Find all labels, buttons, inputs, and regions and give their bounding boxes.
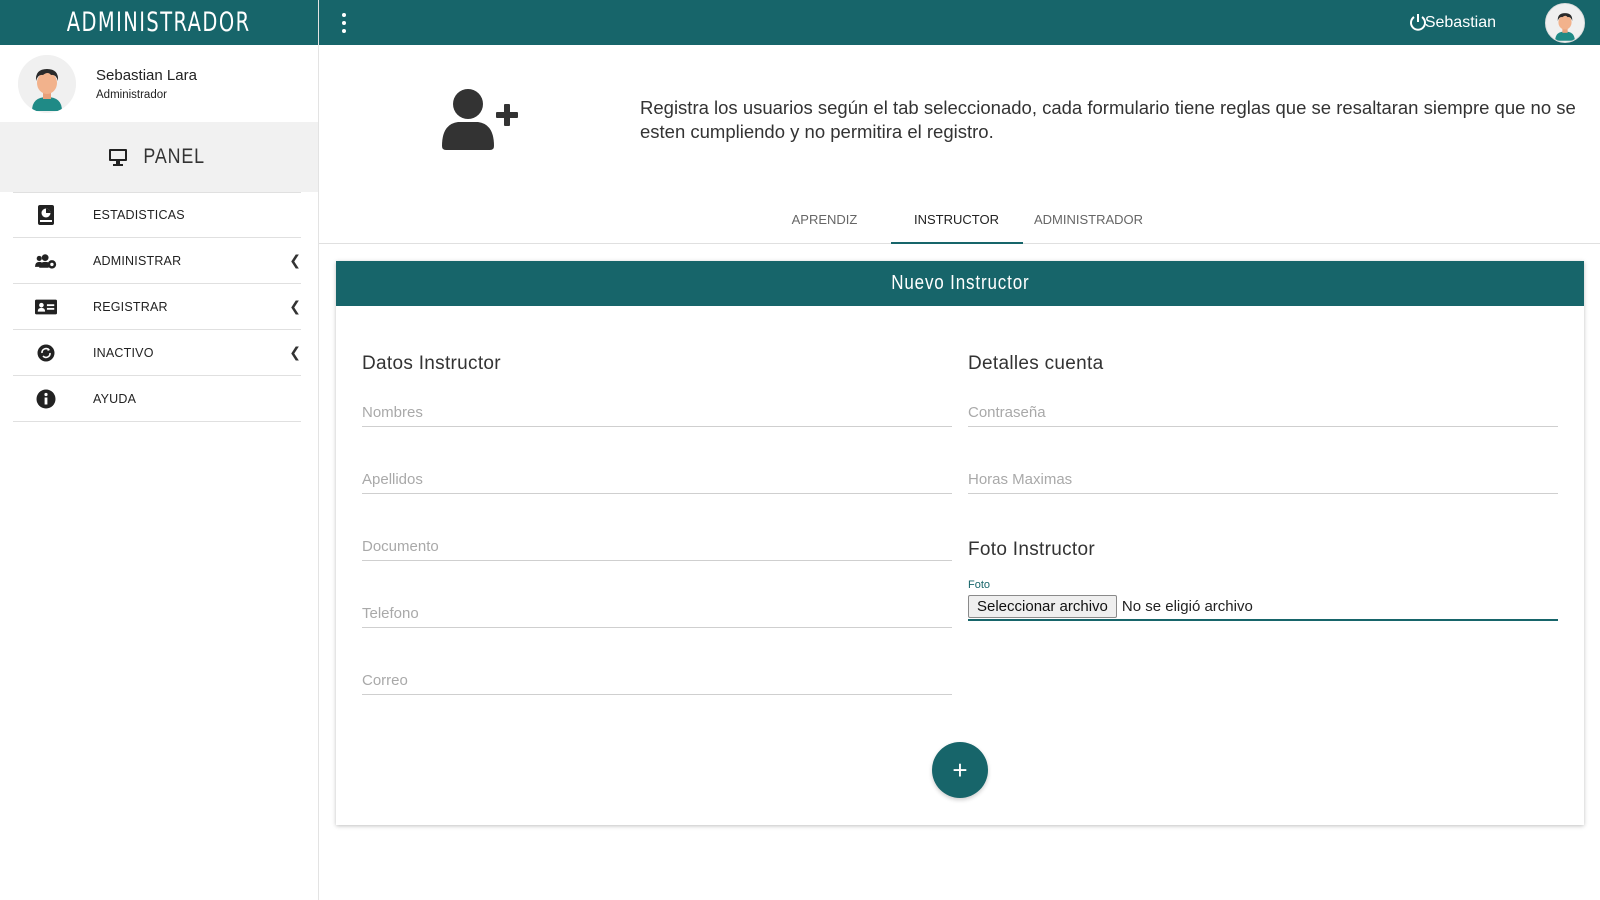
section-title-foto: Foto Instructor (968, 539, 1095, 560)
photo-file-input: Seleccionar archivo No se eligió archivo (968, 593, 1558, 621)
file-status: No se eligió archivo (1121, 597, 1253, 615)
instructor-data-column: Datos Instructor (362, 353, 952, 695)
sidebar-item-administrar[interactable]: ADMINISTRAR ❮ (13, 238, 301, 284)
kebab-menu-icon[interactable] (341, 13, 347, 33)
id-card-icon (35, 296, 57, 318)
correo-field[interactable] (362, 671, 952, 695)
nombres-field[interactable] (362, 403, 952, 427)
top-user-name[interactable]: Sebastian (1425, 14, 1496, 32)
chevron-left-icon: ❮ (289, 344, 301, 360)
tab-aprendiz[interactable]: APRENDIZ (759, 200, 891, 244)
account-details-column: Detalles cuenta Foto Instructor Foto Sel… (968, 353, 1558, 621)
instructor-form-card: Nuevo Instructor Datos Instructor Detall… (336, 261, 1584, 825)
intro-description: Registra los usuarios según el tab selec… (640, 97, 1576, 142)
sidebar-item-estadisticas[interactable]: ESTADISTICAS (13, 192, 301, 238)
sidebar-menu: ESTADISTICAS ADMINISTRAR ❮ REGISTRAR ❮ I… (13, 192, 301, 422)
section-title-datos: Datos Instructor (362, 353, 501, 374)
form-header: Nuevo Instructor (336, 261, 1584, 306)
user-profile: Sebastian Lara Administrador (0, 45, 318, 122)
sidebar-item-label: ESTADISTICAS (93, 208, 185, 222)
top-avatar[interactable] (1545, 3, 1585, 43)
profile-role: Administrador (96, 88, 167, 101)
tab-instructor[interactable]: INSTRUCTOR (890, 200, 1023, 244)
sidebar-item-registrar[interactable]: REGISTRAR ❮ (13, 284, 301, 330)
telefono-field[interactable] (362, 604, 952, 628)
registration-tabs: APRENDIZ INSTRUCTOR ADMINISTRADOR (319, 200, 1600, 244)
sidebar-item-label: ADMINISTRAR (93, 253, 182, 268)
add-instructor-button[interactable]: + (932, 742, 988, 798)
monitor-icon (108, 149, 127, 166)
inactive-icon (35, 342, 57, 364)
section-title-cuenta: Detalles cuenta (968, 353, 1104, 374)
users-cog-icon (35, 250, 57, 272)
sidebar-header: ADMINISTRADOR (0, 0, 318, 45)
form-title: Nuevo Instructor (890, 272, 1030, 294)
max-hours-field[interactable] (968, 470, 1558, 494)
avatar (18, 54, 76, 113)
profile-name: Sebastian Lara (96, 66, 197, 84)
sidebar-item-label: AYUDA (93, 391, 137, 406)
chevron-left-icon: ❮ (289, 298, 301, 314)
password-field[interactable] (968, 403, 1558, 427)
user-plus-icon (440, 88, 520, 157)
apellidos-field[interactable] (362, 470, 952, 494)
sidebar-item-label: REGISTRAR (93, 299, 168, 314)
tab-administrador[interactable]: ADMINISTRADOR (1023, 200, 1155, 244)
documento-field[interactable] (362, 537, 952, 561)
stats-icon (35, 204, 57, 226)
panel-link[interactable]: PANEL (0, 122, 318, 192)
sidebar-title: ADMINISTRADOR (67, 7, 251, 38)
panel-label: PANEL (143, 145, 205, 168)
sidebar-item-label: INACTIVO (93, 345, 154, 360)
sidebar: ADMINISTRADOR Sebastian Lara Administrad… (0, 0, 319, 900)
sidebar-item-inactivo[interactable]: INACTIVO ❮ (13, 330, 301, 376)
chevron-left-icon: ❮ (289, 252, 301, 268)
topbar: Sebastian (319, 0, 1600, 45)
foto-label: Foto (968, 579, 991, 591)
info-icon (35, 388, 57, 410)
select-file-button[interactable]: Seleccionar archivo (968, 594, 1117, 618)
sidebar-item-ayuda[interactable]: AYUDA (13, 376, 301, 422)
